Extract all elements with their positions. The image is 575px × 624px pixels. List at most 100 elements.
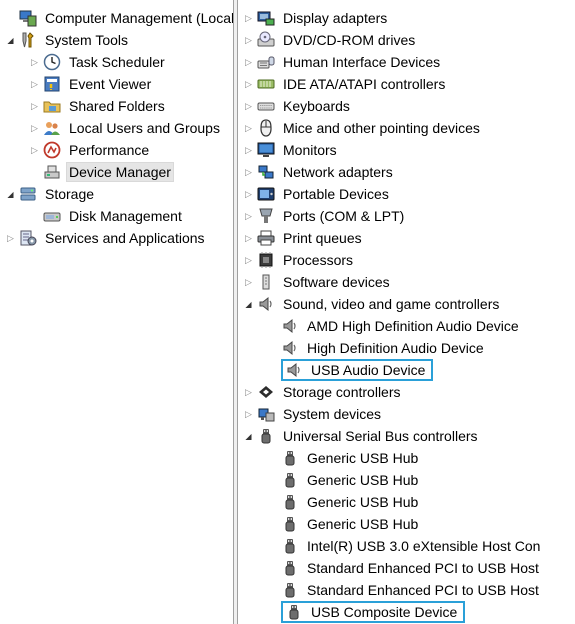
nav-tree-item[interactable]: ◢ System Tools <box>4 29 131 51</box>
device-tree-item-label: USB Composite Device <box>311 604 458 620</box>
device-tree-item[interactable]: ▷Generic USB Hub <box>266 469 421 491</box>
nav-tree-item-label: Disk Management <box>69 208 182 224</box>
expand-arrow-icon[interactable]: ▷ <box>242 403 255 425</box>
expand-arrow-icon[interactable]: ▷ <box>242 161 255 183</box>
device-tree-item-label: Network adapters <box>283 164 393 180</box>
device-tree-item-label: Storage controllers <box>283 384 401 400</box>
device-tree-item[interactable]: ▷ Processors <box>242 249 356 271</box>
mouse-icon <box>257 119 275 137</box>
device-tree-item[interactable]: ▷ Ports (COM & LPT) <box>242 205 407 227</box>
expand-arrow-icon[interactable]: ▷ <box>28 139 41 161</box>
device-tree-item[interactable]: ▷ Portable Devices <box>242 183 392 205</box>
collapse-arrow-icon[interactable]: ◢ <box>242 293 255 315</box>
expand-arrow-icon[interactable]: ▷ <box>242 205 255 227</box>
device-tree-item-label: Generic USB Hub <box>307 516 419 532</box>
device-tree-item-label: System devices <box>283 406 382 422</box>
device-tree-item[interactable]: ▷Standard Enhanced PCI to USB Host <box>266 579 542 601</box>
computer-management-icon <box>19 9 37 27</box>
device-tree-item-label: DVD/CD-ROM drives <box>283 32 416 48</box>
device-tree-item[interactable]: ▷ Print queues <box>242 227 365 249</box>
expand-arrow-icon[interactable]: ▷ <box>28 73 41 95</box>
device-tree-item-label: Universal Serial Bus controllers <box>283 428 478 444</box>
navigation-tree[interactable]: ▷Computer Management (Local◢System Tools… <box>0 0 233 624</box>
device-tree-item[interactable]: ▷ IDE ATA/ATAPI controllers <box>242 73 448 95</box>
device-tree-item-label: USB Audio Device <box>311 362 426 378</box>
usb-icon <box>285 603 303 621</box>
device-tree-item[interactable]: ▷Intel(R) USB 3.0 eXtensible Host Con <box>266 535 543 557</box>
collapse-arrow-icon[interactable]: ◢ <box>4 183 17 205</box>
expand-arrow-icon[interactable]: ▷ <box>242 29 255 51</box>
device-tree-item-label: IDE ATA/ATAPI controllers <box>283 76 446 92</box>
usb-icon <box>281 515 299 533</box>
device-tree-item-label: Standard Enhanced PCI to USB Host <box>307 560 539 576</box>
nav-tree-item[interactable]: ▷ Local Users and Groups <box>28 117 223 139</box>
nav-tree-item[interactable]: ▷Disk Management <box>28 205 185 227</box>
device-tree-item-label: Sound, video and game controllers <box>283 296 500 312</box>
device-tree-item[interactable]: ▷ Network adapters <box>242 161 396 183</box>
nav-tree-item-label: Shared Folders <box>69 98 165 114</box>
device-tree-item[interactable]: ▷Generic USB Hub <box>266 513 421 535</box>
nav-tree-item-label: Task Scheduler <box>69 54 165 70</box>
device-tree-item[interactable]: ◢ Universal Serial Bus controllers <box>242 425 481 447</box>
software-device-icon <box>257 273 275 291</box>
expand-arrow-icon[interactable]: ▷ <box>242 95 255 117</box>
collapse-arrow-icon[interactable]: ◢ <box>4 29 17 51</box>
performance-icon <box>43 141 61 159</box>
device-tree-item[interactable]: ▷ System devices <box>242 403 384 425</box>
nav-tree-item[interactable]: ▷ Performance <box>28 139 152 161</box>
nav-tree-item[interactable]: ▷ Task Scheduler <box>28 51 168 73</box>
hid-icon <box>257 53 275 71</box>
nav-tree-item[interactable]: ▷ Event Viewer <box>28 73 154 95</box>
nav-tree-item[interactable]: ▷Computer Management (Local <box>4 7 233 29</box>
expand-arrow-icon[interactable]: ▷ <box>242 51 255 73</box>
device-tree-item[interactable]: ▷USB Composite Device <box>266 601 466 623</box>
system-device-icon <box>257 405 275 423</box>
nav-tree-item-label: Performance <box>69 142 150 158</box>
collapse-arrow-icon[interactable]: ◢ <box>242 425 255 447</box>
usb-icon <box>281 559 299 577</box>
nav-tree-item[interactable]: ▷ Services and Applications <box>4 227 208 249</box>
device-tree-item-label: Generic USB Hub <box>307 494 419 510</box>
device-tree-item[interactable]: ▷ Keyboards <box>242 95 353 117</box>
expand-arrow-icon[interactable]: ▷ <box>28 51 41 73</box>
expand-arrow-icon[interactable]: ▷ <box>242 139 255 161</box>
device-tree-item-label: Keyboards <box>283 98 350 114</box>
expand-arrow-icon[interactable]: ▷ <box>28 95 41 117</box>
processor-icon <box>257 251 275 269</box>
device-tree-item[interactable]: ▷Generic USB Hub <box>266 491 421 513</box>
device-tree[interactable]: ▷ Display adapters ▷ DVD/CD-ROM drives ▷ Huma… <box>238 0 575 624</box>
nav-tree-item-label: Event Viewer <box>69 76 152 92</box>
device-tree-item[interactable]: ▷Standard Enhanced PCI to USB Host <box>266 557 542 579</box>
expand-arrow-icon[interactable]: ▷ <box>242 381 255 403</box>
expand-arrow-icon[interactable]: ▷ <box>28 117 41 139</box>
device-tree-item-label: Standard Enhanced PCI to USB Host <box>307 582 539 598</box>
device-tree-item[interactable]: ▷ DVD/CD-ROM drives <box>242 29 418 51</box>
device-tree-item[interactable]: ▷ Monitors <box>242 139 340 161</box>
device-tree-item-label: AMD High Definition Audio Device <box>307 318 519 334</box>
device-tree-item[interactable]: ▷ Human Interface Devices <box>242 51 443 73</box>
expand-arrow-icon[interactable]: ▷ <box>4 227 17 249</box>
device-tree-item[interactable]: ▷ Storage controllers <box>242 381 404 403</box>
nav-tree-item-label: System Tools <box>45 32 128 48</box>
expand-arrow-icon[interactable]: ▷ <box>242 271 255 293</box>
usb-icon <box>281 537 299 555</box>
expand-arrow-icon[interactable]: ▷ <box>242 249 255 271</box>
device-tree-item-label: Mice and other pointing devices <box>283 120 480 136</box>
nav-tree-item[interactable]: ▷ Shared Folders <box>28 95 168 117</box>
device-tree-item[interactable]: ▷AMD High Definition Audio Device <box>266 315 522 337</box>
expand-arrow-icon[interactable]: ▷ <box>242 227 255 249</box>
device-tree-item[interactable]: ▷ Software devices <box>242 271 393 293</box>
nav-tree-item[interactable]: ◢ Storage <box>4 183 97 205</box>
device-tree-item[interactable]: ▷USB Audio Device <box>266 359 434 381</box>
highlight-box: USB Composite Device <box>281 601 466 623</box>
device-tree-item[interactable]: ▷ Mice and other pointing devices <box>242 117 483 139</box>
expand-arrow-icon[interactable]: ▷ <box>242 117 255 139</box>
device-tree-item[interactable]: ▷Generic USB Hub <box>266 447 421 469</box>
expand-arrow-icon[interactable]: ▷ <box>242 7 255 29</box>
expand-arrow-icon[interactable]: ▷ <box>242 73 255 95</box>
device-tree-item[interactable]: ◢ Sound, video and game controllers <box>242 293 502 315</box>
device-tree-item[interactable]: ▷ Display adapters <box>242 7 390 29</box>
expand-arrow-icon[interactable]: ▷ <box>242 183 255 205</box>
device-tree-item[interactable]: ▷High Definition Audio Device <box>266 337 487 359</box>
nav-tree-item[interactable]: ▷Device Manager <box>28 161 174 183</box>
